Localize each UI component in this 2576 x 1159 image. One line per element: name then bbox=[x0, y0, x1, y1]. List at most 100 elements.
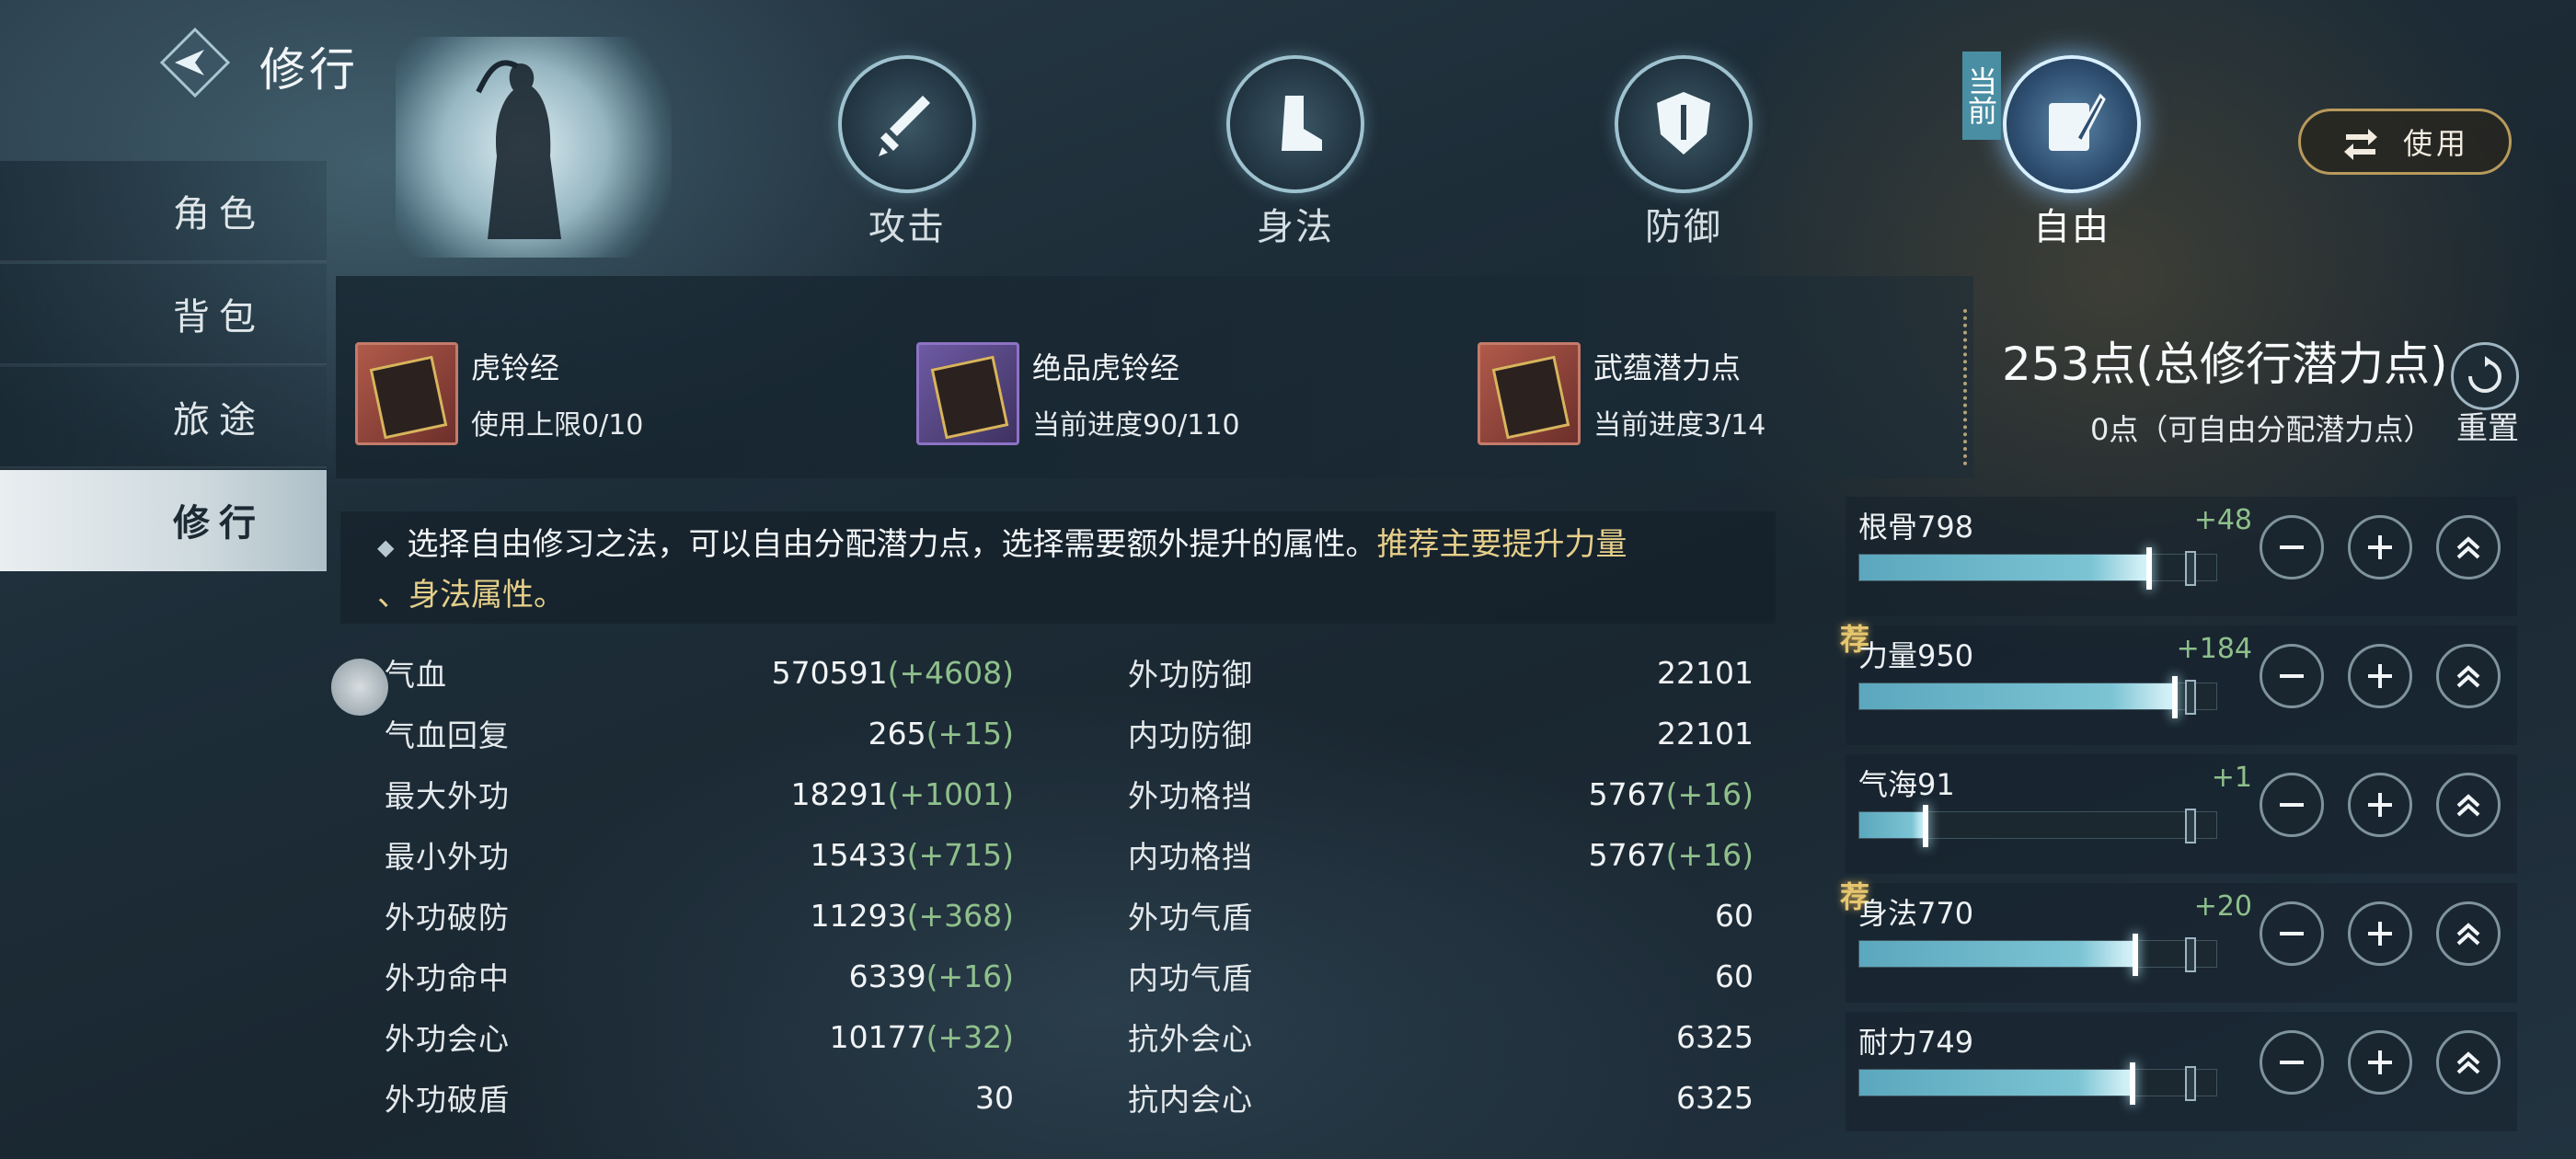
sword-icon bbox=[838, 55, 976, 193]
swordsman-silhouette bbox=[476, 60, 561, 239]
stat-name: 气血回复 bbox=[385, 717, 510, 753]
book-icon bbox=[916, 342, 1019, 445]
decrease-button[interactable] bbox=[2260, 901, 2324, 966]
double-chevron-up-icon bbox=[2456, 1051, 2480, 1074]
stat-name: 外功会心 bbox=[385, 1021, 510, 1057]
decrease-button[interactable] bbox=[2260, 773, 2324, 837]
stat-value: 18291(+1001) bbox=[790, 775, 1014, 812]
tab-free[interactable]: 自由 bbox=[1980, 55, 2164, 250]
stat-name: 外功格挡 bbox=[1128, 778, 1253, 814]
attribute-label: 耐力749 bbox=[1858, 1025, 1974, 1060]
use-button-label: 使用 bbox=[2402, 126, 2469, 161]
sidebar-item-journey[interactable]: 旅途 bbox=[0, 367, 327, 468]
attribute-slider[interactable] bbox=[1858, 934, 2217, 976]
limit-marker bbox=[2185, 1066, 2196, 1101]
book-icon bbox=[1478, 342, 1581, 445]
tip-box: ◆ 选择自由修习之法，可以自由分配潜力点，选择需要额外提升的属性。推荐主要提升力量… bbox=[340, 511, 1776, 624]
attribute-slider[interactable] bbox=[1858, 1062, 2217, 1105]
item-martial-potential[interactable]: 武蕴潜力点 当前进度3/14 bbox=[1478, 342, 1765, 445]
limit-marker bbox=[2185, 680, 2196, 715]
increase-button[interactable] bbox=[2348, 515, 2412, 580]
sidebar-item-character[interactable]: 角色 bbox=[0, 161, 327, 262]
limit-marker bbox=[2185, 551, 2196, 586]
decrease-button[interactable] bbox=[2260, 1030, 2324, 1095]
stat-row: 气血 570591(+4608) bbox=[385, 642, 1014, 703]
double-chevron-up-icon bbox=[2456, 794, 2480, 817]
reset-label[interactable]: 重置 bbox=[2456, 403, 2519, 448]
use-button[interactable]: 使用 bbox=[2298, 109, 2512, 175]
tab-defense[interactable]: 防御 bbox=[1592, 55, 1776, 250]
decrease-button[interactable] bbox=[2260, 644, 2324, 708]
attribute-slider[interactable] bbox=[1858, 676, 2217, 718]
plus-icon bbox=[2368, 1050, 2392, 1074]
item-name: 绝品虎铃经 bbox=[1032, 350, 1180, 385]
attribute-bonus: +184 bbox=[2176, 633, 2252, 665]
attribute-row: 气海91 +1 bbox=[1846, 754, 2517, 874]
limit-marker bbox=[2185, 809, 2196, 843]
stat-row: 外功破防 11293(+368) bbox=[385, 885, 1014, 946]
tab-attack[interactable]: 攻击 bbox=[815, 55, 999, 250]
increase-button[interactable] bbox=[2348, 901, 2412, 966]
reset-button[interactable] bbox=[2451, 342, 2519, 410]
stat-row: 外功气盾 60 bbox=[1128, 885, 1754, 946]
diamond-logo-icon[interactable] bbox=[158, 26, 232, 99]
slider-handle[interactable] bbox=[2146, 547, 2152, 590]
page-title: 修行 bbox=[259, 43, 359, 97]
attribute-row: 耐力749 bbox=[1846, 1012, 2517, 1131]
increase-button[interactable] bbox=[2348, 1030, 2412, 1095]
decrease-button[interactable] bbox=[2260, 515, 2324, 580]
increase-button[interactable] bbox=[2348, 644, 2412, 708]
max-button[interactable] bbox=[2436, 515, 2501, 580]
tip-text: 选择自由修习之法，可以自由分配潜力点，选择需要额外提升的属性。 bbox=[407, 526, 1377, 563]
tab-label: 防御 bbox=[1645, 206, 1722, 248]
tab-agility[interactable]: 身法 bbox=[1203, 55, 1387, 250]
item-progress: 当前进度3/14 bbox=[1593, 409, 1766, 442]
stat-name: 外功命中 bbox=[385, 960, 510, 996]
item-premium-tiger-bell-sutra[interactable]: 绝品虎铃经 当前进度90/110 bbox=[916, 342, 1240, 445]
limit-marker bbox=[2185, 937, 2196, 972]
sidebar-item-label: 背包 bbox=[173, 296, 265, 339]
stats-right: 外功防御 22101 内功防御 22101 外功格挡 5767(+16) 内功格挡 57… bbox=[1128, 642, 1754, 1128]
sidebar-item-cultivation[interactable]: 修行 bbox=[0, 470, 327, 571]
stat-row: 气血回复 265(+15) bbox=[385, 703, 1014, 763]
max-button[interactable] bbox=[2436, 1030, 2501, 1095]
slider-handle[interactable] bbox=[2172, 676, 2178, 718]
sidebar-item-bag[interactable]: 背包 bbox=[0, 264, 327, 365]
attribute-bonus: +1 bbox=[2211, 762, 2252, 794]
slider-handle[interactable] bbox=[2133, 934, 2138, 976]
stat-row: 外功命中 6339(+16) bbox=[385, 946, 1014, 1006]
minus-icon bbox=[2280, 674, 2304, 678]
stat-value: 22101 bbox=[1657, 654, 1754, 691]
attribute-row: 荐 力量950 +184 bbox=[1840, 622, 2517, 745]
slider-handle[interactable] bbox=[1923, 805, 1928, 847]
sidebar: 角色 背包 旅途 修行 bbox=[0, 161, 331, 573]
max-button[interactable] bbox=[2436, 901, 2501, 966]
stat-value: 60 bbox=[1715, 958, 1754, 994]
max-button[interactable] bbox=[2436, 773, 2501, 837]
attribute-bonus: +48 bbox=[2193, 504, 2252, 536]
stats-left: 气血 570591(+4608) 气血回复 265(+15) 最大外功 18291(+… bbox=[385, 642, 1014, 1128]
slider-handle[interactable] bbox=[2130, 1062, 2135, 1105]
tiger-avatar-icon bbox=[331, 659, 388, 716]
plus-icon bbox=[2368, 793, 2392, 817]
stat-row: 外功防御 22101 bbox=[1128, 642, 1754, 703]
boot-icon bbox=[1226, 55, 1364, 193]
double-chevron-up-icon bbox=[2456, 665, 2480, 688]
attribute-slider[interactable] bbox=[1858, 547, 2217, 590]
tip-highlight: 推荐主要提升力量 bbox=[1376, 526, 1627, 563]
stat-row: 内功防御 22101 bbox=[1128, 703, 1754, 763]
stat-value: 10177(+32) bbox=[829, 1018, 1014, 1055]
tab-label: 自由 bbox=[2033, 206, 2110, 248]
attribute-slider[interactable] bbox=[1858, 805, 2217, 847]
stat-row: 内功格挡 5767(+16) bbox=[1128, 824, 1754, 885]
max-button[interactable] bbox=[2436, 644, 2501, 708]
increase-button[interactable] bbox=[2348, 773, 2412, 837]
stat-value: 15433(+715) bbox=[810, 836, 1014, 873]
stat-value: 570591(+4608) bbox=[771, 654, 1014, 691]
free-points: 0点（可自由分配潜力点） bbox=[2090, 412, 2433, 447]
minus-icon bbox=[2280, 803, 2304, 807]
divider bbox=[1963, 309, 1967, 465]
stat-value: 265(+15) bbox=[868, 715, 1014, 752]
sidebar-item-label: 角色 bbox=[173, 193, 265, 235]
item-tiger-bell-sutra[interactable]: 虎铃经 使用上限0/10 bbox=[355, 342, 643, 445]
